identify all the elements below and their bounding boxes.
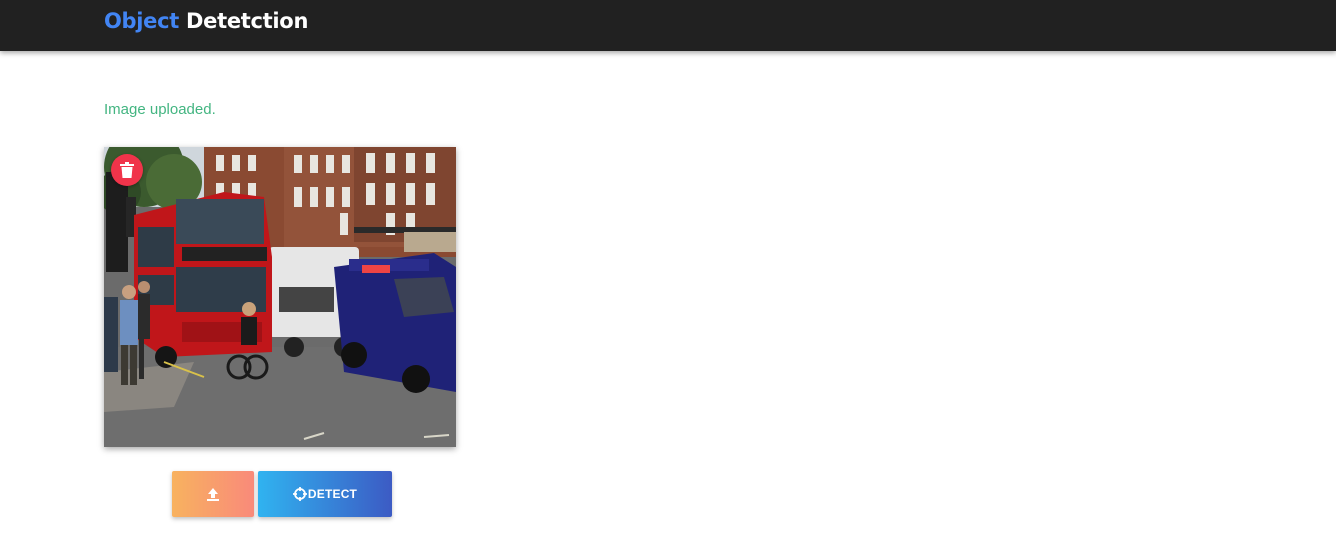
crosshair-icon <box>292 487 307 501</box>
delete-image-button[interactable] <box>111 154 143 186</box>
street-scene-image <box>104 147 456 447</box>
trash-icon <box>120 162 134 178</box>
brand-title[interactable]: Object Detetction <box>104 8 308 34</box>
brand-object: Object <box>104 9 180 33</box>
detect-button[interactable]: DETECT <box>258 471 392 517</box>
uploaded-image-preview <box>104 147 456 447</box>
upload-button[interactable] <box>172 471 254 517</box>
navbar: Object Detetction <box>0 0 1336 51</box>
detect-button-label: DETECT <box>307 487 358 501</box>
upload-icon <box>207 488 219 501</box>
upload-status-message: Image uploaded. <box>104 101 216 118</box>
brand-detection: Detetction <box>186 9 309 33</box>
